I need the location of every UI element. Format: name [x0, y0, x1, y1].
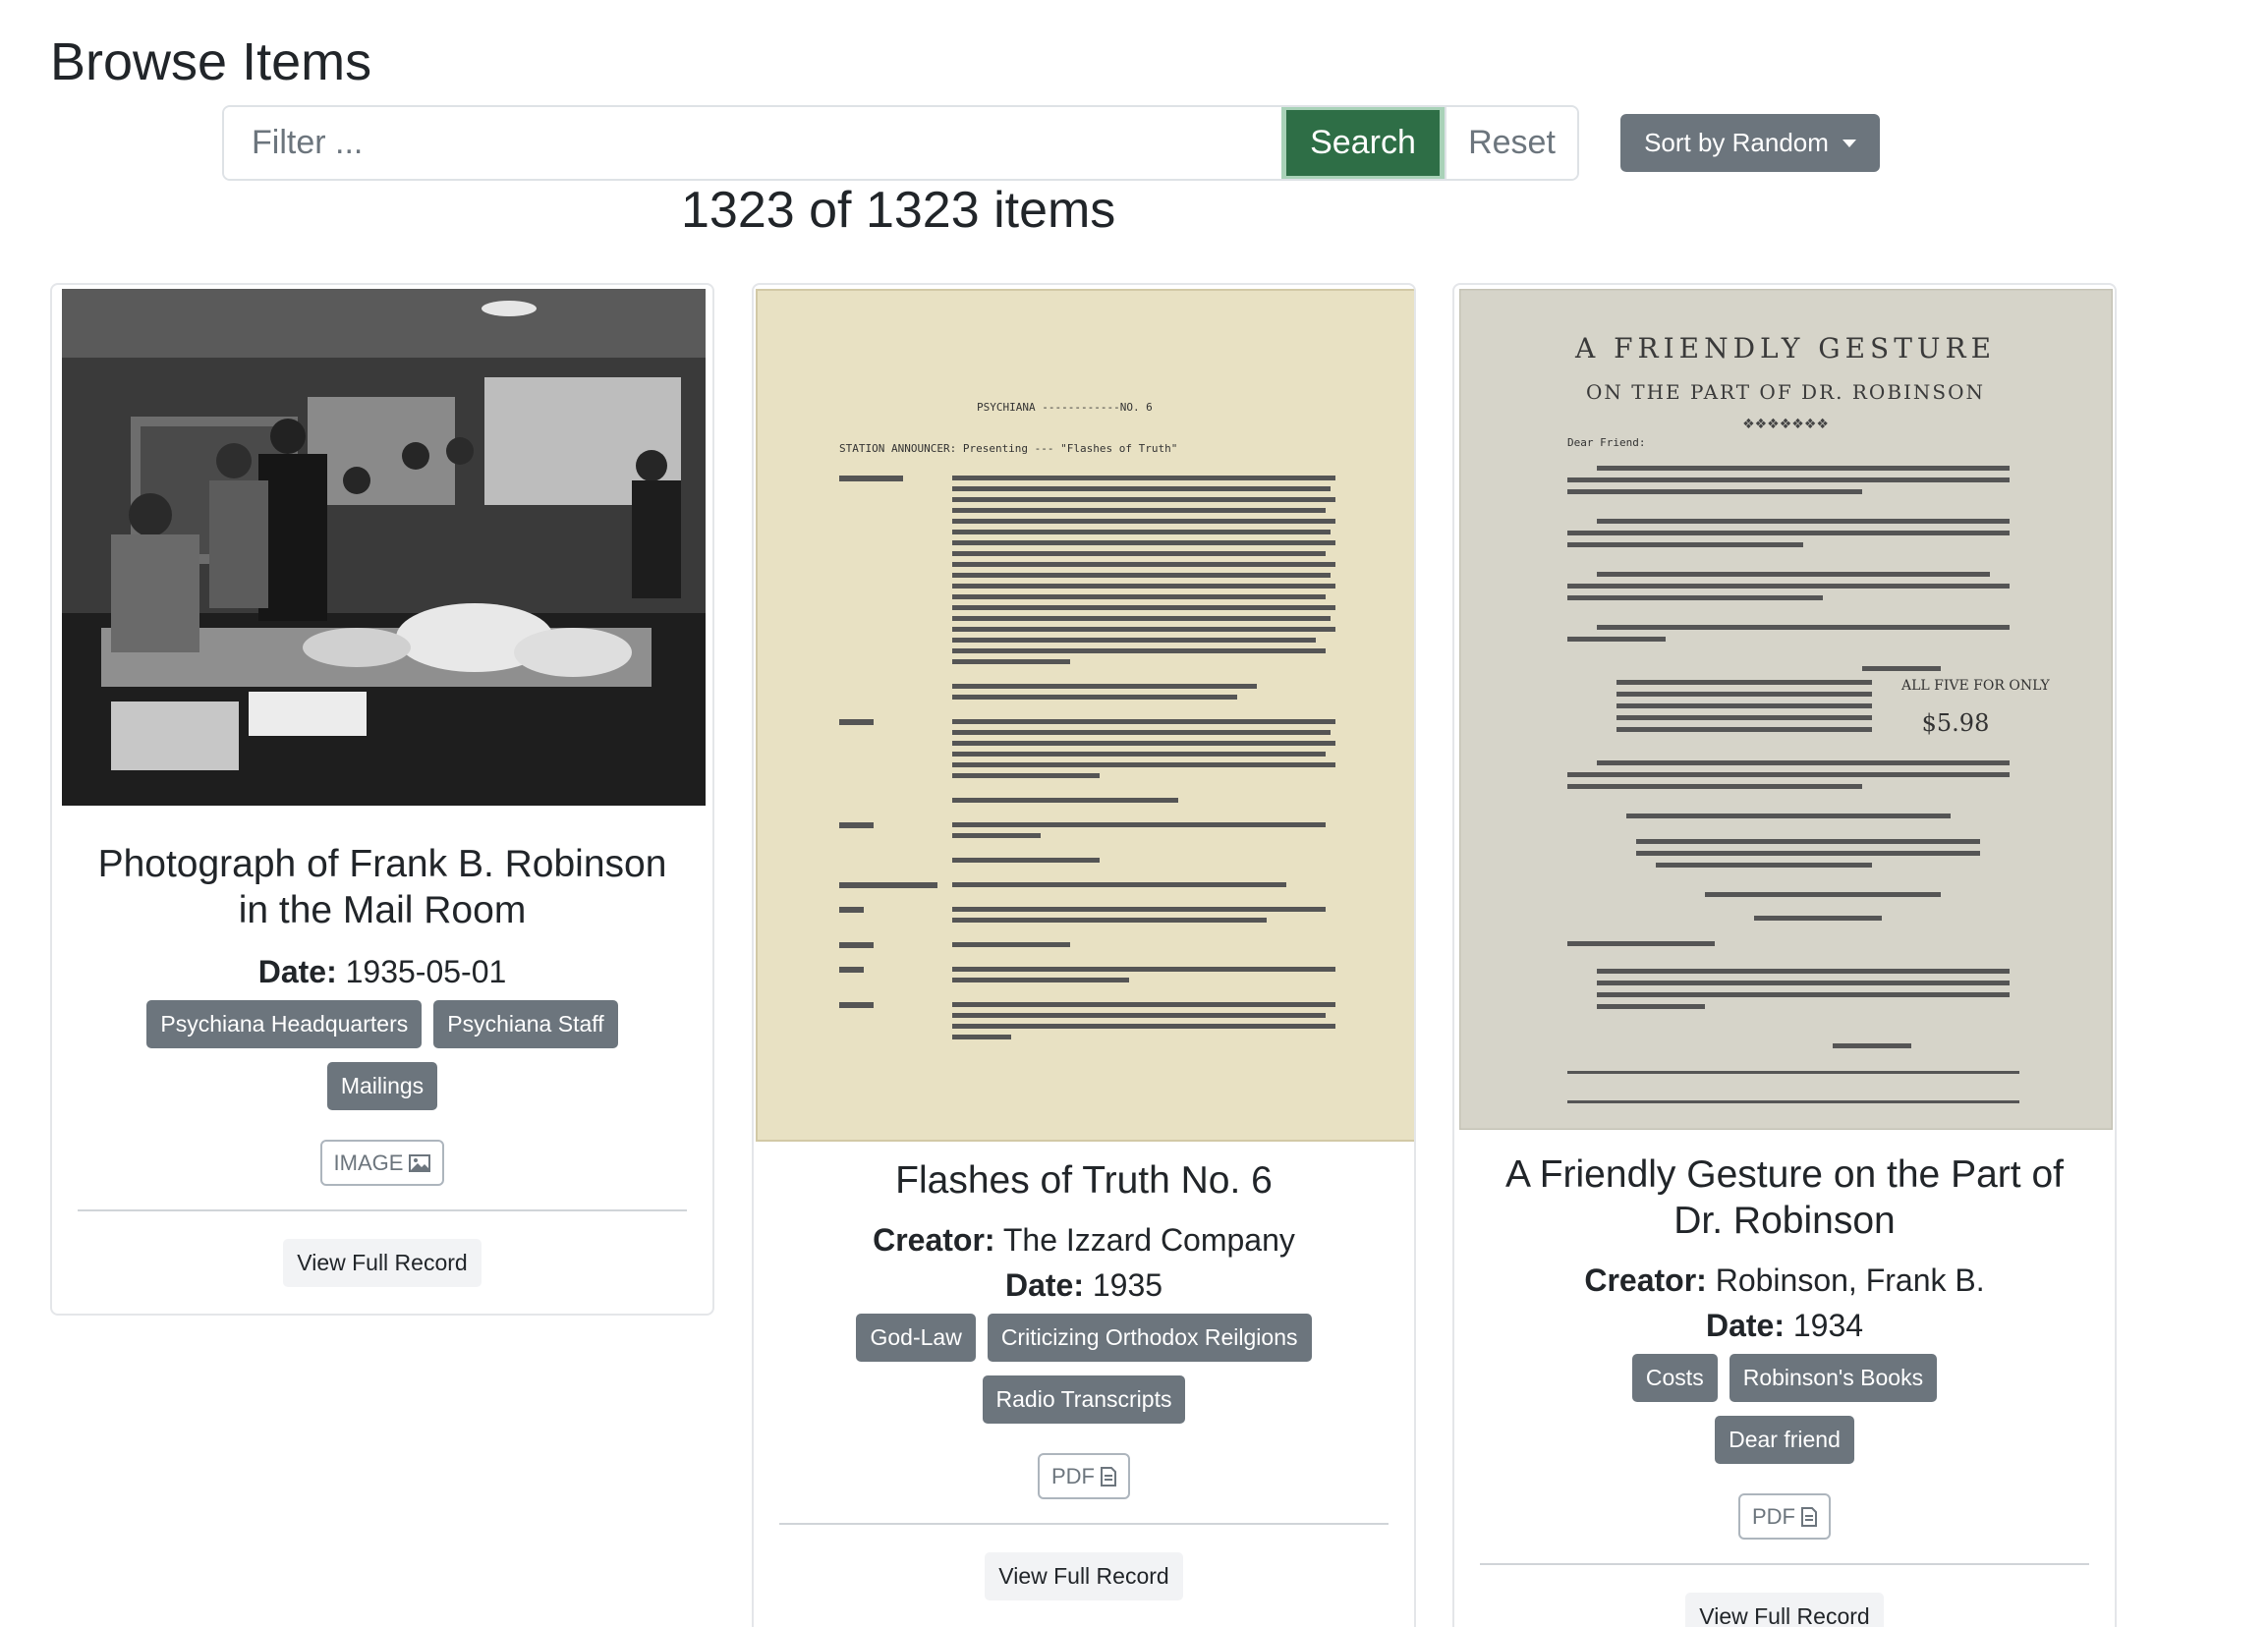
thumb-offer: ALL FIVE FOR ONLY: [1900, 678, 2050, 694]
tag[interactable]: Costs: [1631, 1354, 1718, 1402]
type-badge: PDF: [1038, 1453, 1130, 1499]
thumb-heading: PSYCHIANA ------------NO. 6: [977, 401, 1153, 414]
type-badge: IMAGE: [319, 1140, 445, 1186]
item-card: PSYCHIANA ------------NO. 6 STATION ANNO…: [752, 283, 1416, 1627]
filter-input[interactable]: [224, 107, 1281, 179]
caret-down-icon: [1842, 139, 1856, 147]
item-card: A FRIENDLY GESTURE ON THE PART OF DR. RO…: [1452, 283, 2117, 1627]
results-count: 1323 of 1323 items: [681, 182, 1116, 239]
tag[interactable]: God-Law: [856, 1314, 976, 1362]
date-value: 1935: [1092, 1267, 1163, 1303]
item-title[interactable]: A Friendly Gesture on the Part of Dr. Ro…: [1454, 1151, 2115, 1244]
card-divider: [78, 1209, 687, 1211]
tag-list: God-Law Criticizing Orthodox Reilgions R…: [754, 1314, 1414, 1424]
item-card-body: A Friendly Gesture on the Part of Dr. Ro…: [1454, 1151, 2115, 1627]
item-title[interactable]: Flashes of Truth No. 6: [754, 1157, 1414, 1204]
thumb-subheading: ON THE PART OF DR. ROBINSON: [1586, 380, 1985, 404]
page-title: Browse Items: [50, 32, 372, 91]
tag[interactable]: Radio Transcripts: [982, 1375, 1186, 1424]
item-card-body: Photograph of Frank B. Robinson in the M…: [52, 841, 712, 1287]
creator-label: Creator:: [1584, 1262, 1707, 1298]
thumb-heading: A FRIENDLY GESTURE: [1574, 332, 1996, 365]
sort-dropdown-button[interactable]: Sort by Random: [1620, 114, 1880, 172]
search-button[interactable]: Search: [1281, 107, 1445, 179]
thumb-price: $5.98: [1922, 709, 1990, 737]
filter-bar: Search Reset: [222, 105, 1579, 181]
item-date: Date: 1935-05-01: [52, 949, 712, 994]
view-full-record-button[interactable]: View Full Record: [1685, 1593, 1884, 1627]
reset-button[interactable]: Reset: [1445, 107, 1577, 179]
creator-value: The Izzard Company: [1002, 1222, 1295, 1258]
date-label: Date:: [1004, 1267, 1084, 1303]
card-divider: [1480, 1563, 2089, 1565]
item-creator: Creator: The Izzard Company: [754, 1217, 1414, 1262]
item-card: Photograph of Frank B. Robinson in the M…: [50, 283, 714, 1316]
type-label: PDF: [1752, 1503, 1795, 1529]
item-date: Date: 1935: [754, 1262, 1414, 1308]
date-label: Date:: [1705, 1308, 1785, 1343]
item-title[interactable]: Photograph of Frank B. Robinson in the M…: [52, 841, 712, 933]
tag[interactable]: Dear friend: [1715, 1416, 1854, 1464]
sort-label: Sort by Random: [1644, 128, 1829, 157]
thumb-subheading: STATION ANNOUNCER: Presenting --- "Flash…: [839, 442, 1177, 455]
date-value: 1935-05-01: [345, 954, 507, 989]
document-icon: [1801, 1506, 1817, 1527]
creator-value: Robinson, Frank B.: [1715, 1262, 1985, 1298]
thumb-salutation: Dear Friend:: [1567, 436, 1645, 449]
item-thumbnail[interactable]: A FRIENDLY GESTURE ON THE PART OF DR. RO…: [1459, 289, 2113, 1130]
item-creator: Creator: Robinson, Frank B.: [1454, 1258, 2115, 1303]
view-full-record-button[interactable]: View Full Record: [283, 1239, 482, 1287]
item-thumbnail[interactable]: [62, 289, 706, 806]
tag[interactable]: Psychiana Headquarters: [146, 1000, 423, 1048]
tag-list: Costs Robinson's Books Dear friend: [1454, 1354, 2115, 1464]
item-thumbnail[interactable]: PSYCHIANA ------------NO. 6 STATION ANNO…: [756, 289, 1416, 1142]
type-label: PDF: [1051, 1463, 1095, 1488]
tag[interactable]: Psychiana Staff: [433, 1000, 618, 1048]
type-badge: PDF: [1738, 1493, 1831, 1540]
type-label: IMAGE: [333, 1150, 404, 1175]
creator-label: Creator:: [873, 1222, 995, 1258]
document-icon: [1101, 1466, 1116, 1487]
date-label: Date:: [257, 954, 337, 989]
date-value: 1934: [1792, 1308, 1864, 1343]
view-full-record-button[interactable]: View Full Record: [985, 1552, 1183, 1600]
tag[interactable]: Robinson's Books: [1729, 1354, 1938, 1402]
card-divider: [779, 1523, 1389, 1525]
tag-list: Psychiana Headquarters Psychiana Staff M…: [52, 1000, 712, 1110]
image-icon: [409, 1153, 431, 1172]
item-date: Date: 1934: [1454, 1303, 2115, 1348]
tag[interactable]: Criticizing Orthodox Reilgions: [987, 1314, 1312, 1362]
thumb-ornament: ❖❖❖❖❖❖❖: [1742, 416, 1829, 431]
item-card-body: Flashes of Truth No. 6 Creator: The Izza…: [754, 1157, 1414, 1600]
tag[interactable]: Mailings: [326, 1062, 438, 1110]
